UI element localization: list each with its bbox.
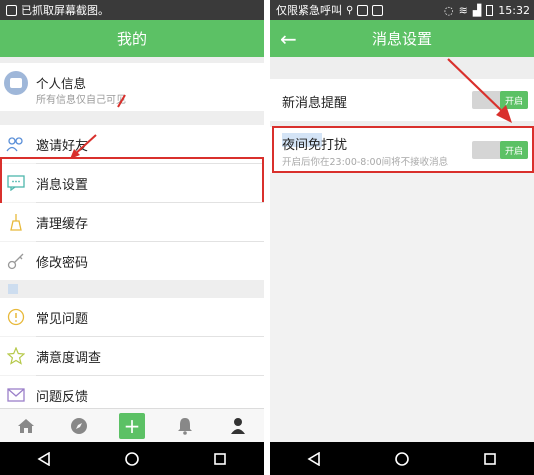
menu-item-clear-cache[interactable]: 清理缓存 <box>0 203 264 241</box>
mute-icon: ◌ <box>444 3 454 17</box>
home-icon[interactable] <box>12 412 40 440</box>
change-password-icon <box>6 251 26 271</box>
section-gap <box>0 280 264 298</box>
menu-item-satisfaction-survey[interactable]: 满意度调查 <box>0 337 264 375</box>
search-icon: ⚲ <box>346 4 354 16</box>
satisfaction-survey-icon <box>6 346 26 366</box>
page-header: 我的 <box>0 20 264 57</box>
profile-row[interactable]: 个人信息 所有信息仅自己可见 <box>0 63 264 111</box>
user-icon[interactable] <box>224 412 252 440</box>
left-screen: 已抓取屏幕截图。 我的 个人信息 所有信息仅自己可见 邀请好友 消息设置 清理缓… <box>0 0 264 475</box>
back-nav-icon[interactable] <box>307 451 321 466</box>
page-title: 消息设置 <box>371 30 432 48</box>
empty-area <box>270 173 534 442</box>
status-text: 已抓取屏幕截图。 <box>21 4 109 17</box>
plus-icon[interactable]: + <box>118 412 146 440</box>
setting-title: 新消息提醒 <box>282 96 348 111</box>
recents-nav-icon[interactable] <box>213 452 227 466</box>
faq-icon <box>6 307 26 327</box>
carrier-text: 仅限紧急呼叫 <box>276 4 342 17</box>
page-title: 我的 <box>116 30 147 48</box>
avatar <box>4 71 28 95</box>
highlight-box <box>0 157 264 207</box>
screenshot-icon <box>6 4 17 16</box>
menu-item-label: 满意度调查 <box>36 350 102 366</box>
wifi-icon: ≋ <box>458 3 468 17</box>
annotation-arrow <box>117 94 126 108</box>
back-nav-icon[interactable] <box>37 451 51 466</box>
annotation-arrow <box>447 58 512 123</box>
plus-button[interactable]: + <box>118 413 145 439</box>
right-screen: 仅限紧急呼叫 ⚲ ◌ ≋ ▟ 15:32 ← 消息设置 新消息提醒 开启 夜间免… <box>270 0 534 475</box>
invite-friends-icon <box>6 134 26 154</box>
status-bar: 已抓取屏幕截图。 <box>0 0 264 20</box>
notification-icon <box>372 4 384 16</box>
bottom-tab-bar: + <box>0 408 264 443</box>
back-arrow-icon[interactable]: ← <box>280 20 297 57</box>
home-nav-icon[interactable] <box>124 451 140 467</box>
recents-nav-icon[interactable] <box>483 452 497 466</box>
status-time: 15:32 <box>498 3 530 17</box>
android-nav-bar <box>0 442 264 475</box>
profile-title: 个人信息 <box>36 76 87 91</box>
menu-item-label: 常见问题 <box>36 311 89 327</box>
home-nav-icon[interactable] <box>394 451 410 467</box>
section-gap <box>0 111 264 125</box>
notification-icon <box>357 4 369 16</box>
android-nav-bar <box>270 442 534 475</box>
selection-mark <box>8 284 18 294</box>
clear-cache-icon <box>6 212 26 232</box>
compass-icon[interactable] <box>65 412 93 440</box>
signal-icon: ▟ <box>472 3 482 17</box>
feedback-icon <box>6 385 26 405</box>
menu-item-label: 修改密码 <box>36 255 89 271</box>
battery-icon <box>486 4 494 16</box>
highlight-box <box>272 126 534 173</box>
status-bar: 仅限紧急呼叫 ⚲ ◌ ≋ ▟ 15:32 <box>270 0 534 20</box>
page-header: ← 消息设置 <box>270 20 534 57</box>
menu-item-label: 清理缓存 <box>36 216 89 232</box>
menu-item-faq[interactable]: 常见问题 <box>0 298 264 336</box>
menu-item-label: 问题反馈 <box>36 389 89 405</box>
bell-icon[interactable] <box>171 412 199 440</box>
menu-item-change-password[interactable]: 修改密码 <box>0 242 264 280</box>
